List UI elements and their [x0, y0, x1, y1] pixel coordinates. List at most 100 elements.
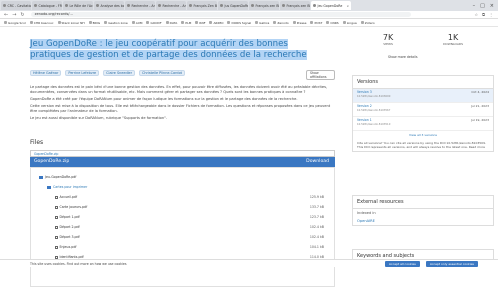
view-all-versions-link[interactable]: View all 3 versions: [353, 131, 493, 139]
bookmark-item[interactable]: Zenodo: [273, 21, 289, 25]
accept-all-cookies-button[interactable]: Accept all cookies: [384, 260, 420, 267]
bookmark-item[interactable]: Stack zoner NH: [57, 21, 85, 25]
reload-icon[interactable]: ↻: [20, 12, 24, 18]
favicon-icon: [282, 4, 285, 7]
bookmark-item[interactable]: PLM: [181, 21, 191, 25]
cookie-text: This site uses cookies. Find out more on…: [30, 261, 127, 266]
bookmark-label: GOODF: [150, 20, 162, 25]
cite-all-note: Cite all versions? You can cite all vers…: [357, 141, 486, 149]
bookmark-item[interactable]: RNF: [195, 21, 205, 25]
file-size: 102.4 kB: [309, 225, 324, 229]
star-icon[interactable]: ☆: [475, 12, 479, 17]
show-more-details-link[interactable]: Show more details: [388, 55, 418, 59]
record-title: Jeu GopenDoRe : le jeu coopératif pour a…: [30, 39, 307, 60]
file-tree: Jeu-GopenDoRe-pdf Cartes pour imprimer Acc…: [30, 167, 335, 287]
show-affiliations-button[interactable]: Show affiliations: [306, 70, 335, 80]
back-icon[interactable]: ←: [4, 12, 8, 18]
browser-tab[interactable]: Français zen Ble×: [280, 1, 310, 10]
bookmark-item[interactable]: Presse: [292, 21, 306, 25]
bookmark-label: Zotero: [364, 20, 375, 25]
file-icon: [55, 225, 58, 230]
version-item[interactable]: Version 1 10.5281/zenodo.8103510 Jul 19, 2…: [353, 117, 493, 131]
forward-icon[interactable]: →: [12, 12, 16, 18]
accept-essential-cookies-button[interactable]: Accept only essential cookies: [425, 260, 478, 267]
tab-close-icon[interactable]: ×: [345, 4, 349, 8]
bookmark-item[interactable]: Zotero: [360, 20, 375, 25]
file-name: Départ 2.pdf: [59, 225, 80, 229]
bookmark-label: Gestion zone: [108, 20, 128, 25]
bookmark-label: DORIS Signal: [231, 20, 252, 25]
maximize-icon[interactable]: □: [480, 3, 485, 9]
version-name: Version 1: [357, 118, 372, 122]
bookmark-item[interactable]: ARIMO: [209, 21, 223, 25]
bookmark-label: CHR bascouc: [33, 20, 54, 25]
bookmark-item[interactable]: DATA: [165, 21, 177, 25]
browser-tab[interactable]: Analyse des bons×: [94, 1, 124, 10]
browser-tab[interactable]: Français zen Ble×: [249, 1, 279, 10]
favicon-icon: [158, 4, 161, 7]
bookmark-icon: [310, 21, 314, 24]
file-row[interactable]: Départ 2.pdf 102.4 kB: [31, 224, 334, 231]
file-row[interactable]: Départ 3.pdf 102.4 kB: [31, 234, 334, 241]
file-size: 102.4 kB: [309, 235, 324, 239]
bookmark-item[interactable]: CHR bascouc: [29, 20, 54, 25]
browser-tab[interactable]: Catalogue - FRBR×: [32, 1, 62, 10]
downloads-label: DOWNLOADS: [443, 42, 464, 46]
menu-icon[interactable]: ⋮: [489, 12, 493, 17]
bookmark-item[interactable]: AXM: [131, 21, 142, 25]
cookie-banner: This site uses cookies. Find out more on…: [0, 259, 498, 267]
author-tag[interactable]: Christelle Plinne-Cardot: [139, 70, 185, 76]
folder-row[interactable]: Cartes pour imprimer: [31, 184, 334, 191]
bookmark-item[interactable]: Gestion zone: [104, 21, 128, 25]
bookmark-item[interactable]: CNRS: [326, 20, 339, 25]
bookmark-icon: [273, 21, 277, 24]
favicon-icon: [127, 4, 130, 7]
browser-tab[interactable]: CRC - Cavitation×: [1, 1, 31, 10]
bookmark-item[interactable]: Lingua: [342, 21, 357, 25]
bookmark-item[interactable]: DORIS Signal: [227, 21, 251, 25]
browser-tab-bar: CRC - Cavitation×Catalogue - FRBR×Le Rôl…: [0, 0, 498, 11]
file-row[interactable]: Accueil.pdf 125.9 kB: [31, 194, 334, 201]
versions-box: Versions Version 3 10.5281/zenodo.8103690…: [352, 75, 494, 152]
file-name: Carte joueurs.pdf: [59, 205, 88, 209]
bookmark-label: CNRS: [330, 20, 339, 25]
folder-row[interactable]: Jeu-GopenDoRe-pdf: [31, 174, 334, 181]
version-name: Version 2: [357, 104, 372, 108]
bookmark-item[interactable]: BDIG: [88, 21, 100, 25]
bookmark-item[interactable]: POST: [310, 21, 322, 25]
tab-label: Recherche - Arc: [131, 3, 156, 8]
bookmark-item[interactable]: GOODF: [146, 20, 162, 25]
close-window-icon[interactable]: ×: [490, 3, 494, 9]
favicon-icon: [65, 4, 68, 7]
minimize-icon[interactable]: –: [473, 3, 476, 9]
extensions-icon[interactable]: ⧉: [482, 12, 485, 17]
version-item[interactable]: Version 2 10.5281/zenodo.8103567 Jul 21, 2…: [353, 103, 493, 117]
description-paragraph: Le partage des données est le pain béni …: [30, 85, 328, 94]
author-tag[interactable]: Perrine Lefebvre: [65, 70, 100, 76]
browser-tab[interactable]: Jus GopenDoRe×: [218, 1, 248, 10]
description-paragraph: Cette version est mise à la disposition …: [30, 104, 331, 113]
bookmark-item[interactable]: Google Scol: [4, 21, 26, 25]
browser-tab[interactable]: Français Zen Ble×: [187, 1, 217, 10]
views-value: 7K: [382, 33, 394, 42]
file-row[interactable]: Départ 1.pdf 123.7 kB: [31, 214, 334, 221]
file-row[interactable]: Carte joueurs.pdf 133.7 kB: [31, 204, 334, 211]
file-icon: [55, 245, 58, 250]
author-tag[interactable]: Claire Sneedler: [103, 70, 136, 76]
archive-header: GopenDoRe.zip Download: [30, 157, 335, 167]
download-button[interactable]: Download: [306, 157, 329, 167]
openaire-link[interactable]: OpenAIRE: [353, 217, 493, 225]
browser-tab[interactable]: Recherche - Arc×: [125, 1, 155, 10]
file-row[interactable]: Enjeux.pdf 104.1 kB: [31, 244, 334, 251]
bookmark-item[interactable]: Gallica: [255, 21, 269, 25]
file-select[interactable]: GopenDoRe.zip: [30, 150, 335, 157]
version-item[interactable]: Version 3 10.5281/zenodo.8103690 Oct 4, 20…: [353, 89, 493, 103]
browser-tab[interactable]: Jeu GopenDoRe ×: [311, 1, 351, 10]
window-controls[interactable]: – □ ×: [473, 3, 498, 9]
url-input[interactable]: zenodo.org/records/...: [30, 11, 411, 18]
description-paragraph: GopenDoRe a été créé par l'équipe DoRANu…: [30, 97, 298, 101]
browser-tab[interactable]: Le Rôle de l'Acces×: [63, 1, 93, 10]
file-name: Accueil.pdf: [59, 195, 78, 199]
author-tag[interactable]: Hélène Gaënar: [30, 70, 62, 76]
browser-tab[interactable]: Recherche - Arc×: [156, 1, 186, 10]
